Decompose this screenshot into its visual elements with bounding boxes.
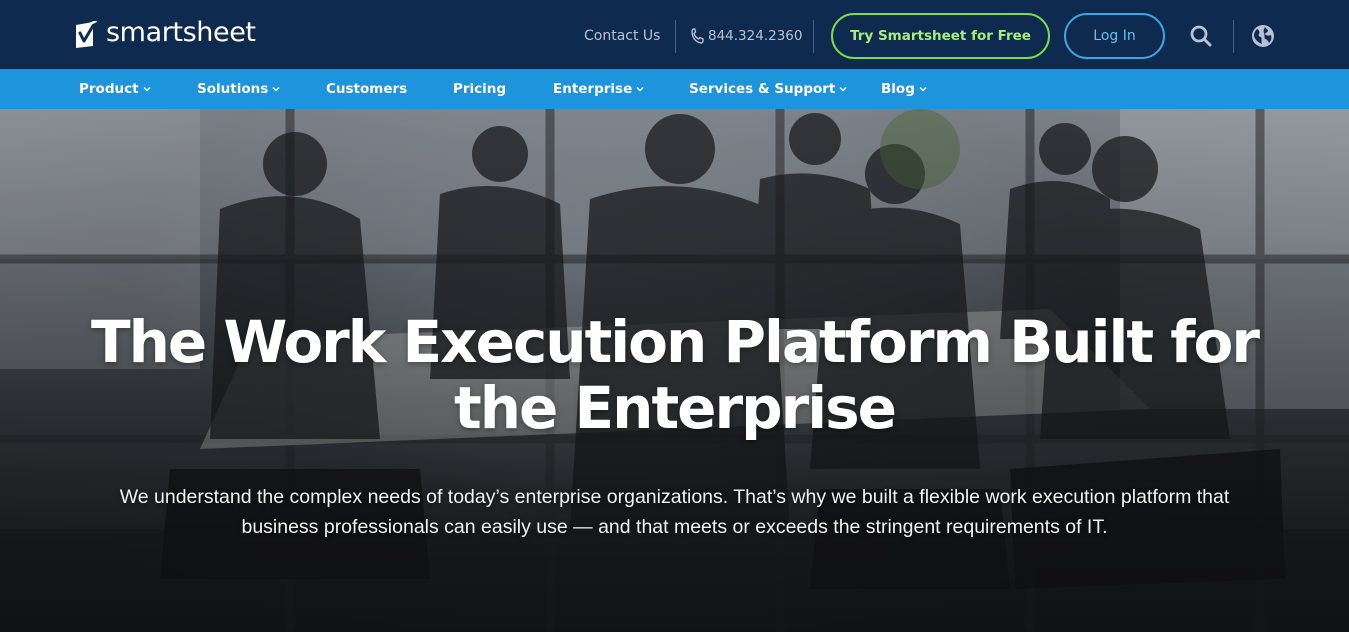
chevron-down-icon xyxy=(636,87,644,92)
top-header: smartsheet Contact Us 844.324.2360 Try S… xyxy=(0,0,1349,69)
phone-number: 844.324.2360 xyxy=(708,28,803,44)
hero-title-line: the Enterprise xyxy=(454,374,897,442)
contact-us-link[interactable]: Contact Us xyxy=(584,27,660,45)
phone-link[interactable]: 844.324.2360 xyxy=(691,27,802,45)
nav-item-blog[interactable]: Blog xyxy=(881,69,927,109)
nav-item-label: Enterprise xyxy=(553,81,633,97)
nav-item-customers[interactable]: Customers xyxy=(326,69,407,109)
globe-icon xyxy=(1252,25,1274,47)
hero-title-line: The Work Execution Platform Built for xyxy=(91,308,1260,376)
hero-title: The Work Execution Platform Built for th… xyxy=(40,309,1309,441)
smartsheet-logo-icon xyxy=(76,21,97,48)
nav-item-services-support[interactable]: Services & Support xyxy=(689,69,847,109)
smartsheet-logo[interactable]: smartsheet xyxy=(75,16,256,50)
nav-item-label: Pricing xyxy=(453,81,507,97)
nav-item-label: Services & Support xyxy=(689,81,836,97)
search-button[interactable] xyxy=(1189,24,1213,48)
header-divider xyxy=(1233,20,1234,53)
header-divider xyxy=(813,20,814,53)
nav-item-product[interactable]: Product xyxy=(79,69,151,109)
chevron-down-icon xyxy=(143,87,151,92)
nav-item-solutions[interactable]: Solutions xyxy=(197,69,280,109)
nav-item-label: Product xyxy=(79,81,139,97)
logo-text: smartsheet xyxy=(106,17,256,48)
main-nav: Product Solutions Customers Pricing Ente… xyxy=(0,69,1349,109)
language-selector[interactable] xyxy=(1251,24,1275,48)
hero-subtitle-line: We understand the complex needs of today… xyxy=(119,486,1230,508)
chevron-down-icon xyxy=(272,87,280,92)
chevron-down-icon xyxy=(839,87,847,92)
search-icon xyxy=(1190,25,1212,47)
hero-section: The Work Execution Platform Built for th… xyxy=(0,109,1349,632)
chevron-down-icon xyxy=(919,87,927,92)
nav-item-label: Solutions xyxy=(197,81,269,97)
phone-icon xyxy=(691,28,704,44)
nav-item-enterprise[interactable]: Enterprise xyxy=(553,69,644,109)
hero-subtitle: We understand the complex needs of today… xyxy=(60,482,1289,542)
nav-item-pricing[interactable]: Pricing xyxy=(453,69,506,109)
nav-item-label: Blog xyxy=(881,81,915,97)
try-free-button[interactable]: Try Smartsheet for Free xyxy=(831,13,1050,59)
nav-item-label: Customers xyxy=(326,81,408,97)
login-button[interactable]: Log In xyxy=(1064,13,1165,59)
hero-subtitle-line: business professionals can easily use — … xyxy=(241,516,1108,538)
header-divider xyxy=(675,20,676,53)
